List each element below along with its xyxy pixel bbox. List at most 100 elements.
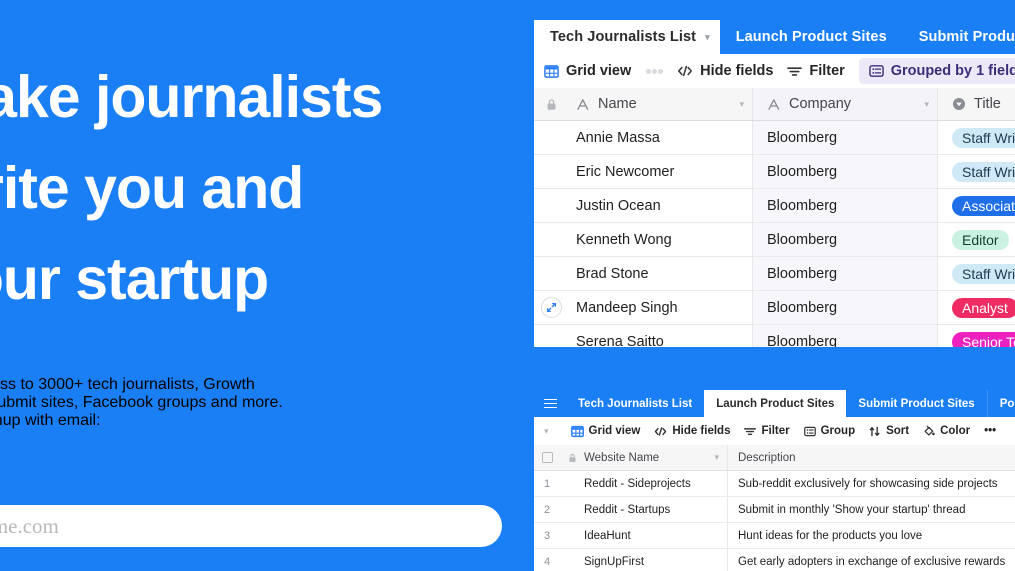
filter-label: Filter bbox=[809, 63, 844, 79]
chevron-down-icon[interactable]: ▾ bbox=[739, 99, 744, 110]
body-line-2: hacks, Submit sites, Facebook groups and… bbox=[0, 394, 556, 412]
page-title: Make journalists write you and your star… bbox=[0, 52, 516, 325]
table-row[interactable]: Justin Ocean Bloomberg Associate bbox=[534, 189, 1015, 223]
table-header-row: Website Name ▾ Description bbox=[534, 445, 1015, 471]
tab-launch-product-sites[interactable]: Launch Product Sites bbox=[720, 20, 903, 54]
tab-label: Submit Product Sites bbox=[919, 29, 1015, 45]
sort-label: Sort bbox=[886, 425, 909, 437]
row-gutter bbox=[560, 549, 584, 571]
header-cell-name[interactable]: Name ▾ bbox=[568, 88, 753, 120]
table-row[interactable]: 4 SignUpFirst Get early adopters in exch… bbox=[534, 549, 1015, 571]
grid-view-button[interactable]: Grid view bbox=[571, 425, 641, 438]
color-button[interactable]: Color bbox=[923, 425, 970, 437]
tab-tech-journalists-list[interactable]: Tech Journalists List ▾ bbox=[534, 20, 720, 54]
headline-line-1: Make journalists bbox=[0, 52, 516, 143]
cell-website-name: SignUpFirst bbox=[584, 549, 728, 571]
group-button[interactable]: Group bbox=[804, 425, 856, 437]
tab-podcasts[interactable]: Po bbox=[988, 390, 1015, 417]
hide-fields-label: Hide fields bbox=[672, 425, 730, 437]
status-badge: Analyst bbox=[952, 298, 1015, 318]
header-cell-description[interactable]: Description bbox=[728, 445, 1015, 470]
grid-view-button[interactable]: Grid view bbox=[544, 63, 663, 79]
table-row[interactable]: Serena Saitto Bloomberg Senior Tech bbox=[534, 325, 1015, 347]
header-select-all[interactable] bbox=[534, 445, 560, 470]
cell-company: Bloomberg bbox=[753, 189, 938, 222]
row-gutter bbox=[534, 155, 568, 188]
chevron-down-icon[interactable]: ▾ bbox=[714, 452, 719, 463]
tab-submit-product-sites[interactable]: Submit Product Sites bbox=[846, 390, 986, 417]
headline-line-3: your startup bbox=[0, 234, 516, 325]
cell-website-name: Reddit - Sideprojects bbox=[584, 471, 728, 496]
group-button[interactable]: Grouped by 1 field bbox=[859, 58, 1015, 84]
tab-label: Tech Journalists List bbox=[578, 398, 692, 410]
grid-icon bbox=[571, 425, 584, 438]
body-line-3: Free signup with email: bbox=[0, 412, 556, 430]
more-icon: ••• bbox=[984, 425, 996, 437]
sort-button[interactable]: Sort bbox=[869, 425, 909, 437]
header-label: Website Name bbox=[584, 452, 708, 464]
cell-name: Brad Stone bbox=[568, 257, 753, 290]
table-row[interactable]: Brad Stone Bloomberg Staff Writer bbox=[534, 257, 1015, 291]
tab-label: Launch Product Sites bbox=[716, 398, 834, 410]
hamburger-icon[interactable] bbox=[534, 390, 566, 417]
cell-title: Staff Writer bbox=[938, 155, 1015, 188]
filter-button[interactable]: Filter bbox=[744, 425, 789, 437]
table-row[interactable]: 3 IdeaHunt Hunt ideas for the products y… bbox=[534, 523, 1015, 549]
row-gutter bbox=[560, 523, 584, 548]
cell-title: Staff Writer bbox=[938, 121, 1015, 154]
cell-website-name: Reddit - Startups bbox=[584, 497, 728, 522]
cell-description: Sub-reddit exclusively for showcasing si… bbox=[728, 471, 1015, 496]
email-field[interactable] bbox=[0, 505, 502, 547]
top-panel-tabbar: Tech Journalists List ▾ Launch Product S… bbox=[534, 20, 1015, 54]
tab-submit-product-sites[interactable]: Submit Product Sites bbox=[903, 20, 1015, 54]
table-row[interactable]: 2 Reddit - Startups Submit in monthly 'S… bbox=[534, 497, 1015, 523]
filter-button[interactable]: Filter bbox=[787, 63, 844, 79]
tab-label: Launch Product Sites bbox=[736, 29, 887, 45]
expand-record-icon[interactable] bbox=[541, 297, 562, 318]
table-row[interactable]: Mandeep Singh Bloomberg Analyst bbox=[534, 291, 1015, 325]
hide-fields-button[interactable]: Hide fields bbox=[654, 425, 730, 437]
table-row[interactable]: 1 Reddit - Sideprojects Sub-reddit exclu… bbox=[534, 471, 1015, 497]
cell-name: Kenneth Wong bbox=[568, 223, 753, 256]
lock-icon bbox=[568, 453, 577, 463]
hide-fields-icon bbox=[654, 426, 667, 437]
header-cell-title[interactable]: Title bbox=[938, 88, 1015, 120]
body-line-1: Get access to 3000+ tech journalists, Gr… bbox=[0, 376, 556, 394]
chevron-down-icon[interactable]: ▾ bbox=[924, 99, 929, 110]
group-icon bbox=[869, 64, 884, 78]
grid-view-label: Grid view bbox=[566, 63, 631, 79]
text-field-icon bbox=[767, 98, 781, 111]
row-gutter bbox=[534, 189, 568, 222]
status-badge: Staff Writer bbox=[952, 128, 1015, 148]
table-row[interactable]: Kenneth Wong Bloomberg Editor bbox=[534, 223, 1015, 257]
table-row[interactable]: Eric Newcomer Bloomberg Staff Writer bbox=[534, 155, 1015, 189]
single-select-icon bbox=[952, 97, 966, 111]
cell-name: Eric Newcomer bbox=[568, 155, 753, 188]
tab-tech-journalists-list[interactable]: Tech Journalists List bbox=[566, 390, 704, 417]
cell-company: Bloomberg bbox=[753, 257, 938, 290]
cell-company: Bloomberg bbox=[753, 325, 938, 347]
header-cell-company[interactable]: Company ▾ bbox=[753, 88, 938, 120]
hero-subtext: Get access to 3000+ tech journalists, Gr… bbox=[0, 360, 556, 446]
row-number: 3 bbox=[534, 523, 560, 548]
checkbox-icon[interactable] bbox=[542, 452, 553, 463]
header-lock-cell bbox=[534, 88, 568, 120]
tab-label: Tech Journalists List bbox=[550, 29, 696, 45]
header-cell-website-name[interactable]: Website Name ▾ bbox=[584, 445, 728, 470]
header-label: Name bbox=[598, 96, 731, 112]
grid-icon bbox=[544, 64, 559, 79]
cell-company: Bloomberg bbox=[753, 223, 938, 256]
cell-name: Mandeep Singh bbox=[568, 291, 753, 324]
row-number: 4 bbox=[534, 549, 560, 571]
table-row[interactable]: Annie Massa Bloomberg Staff Writer bbox=[534, 121, 1015, 155]
more-options-button[interactable]: ••• bbox=[984, 425, 996, 437]
tab-launch-product-sites[interactable]: Launch Product Sites bbox=[704, 390, 846, 417]
chevron-down-icon[interactable]: ▾ bbox=[544, 426, 549, 437]
filter-icon bbox=[744, 426, 756, 437]
chevron-down-icon[interactable]: ▾ bbox=[705, 33, 710, 42]
group-label: Group bbox=[821, 425, 856, 437]
status-badge: Senior Tech bbox=[952, 332, 1015, 348]
header-label: Company bbox=[789, 96, 916, 112]
hide-fields-button[interactable]: Hide fields bbox=[677, 63, 773, 79]
cell-title: Senior Tech bbox=[938, 325, 1015, 347]
